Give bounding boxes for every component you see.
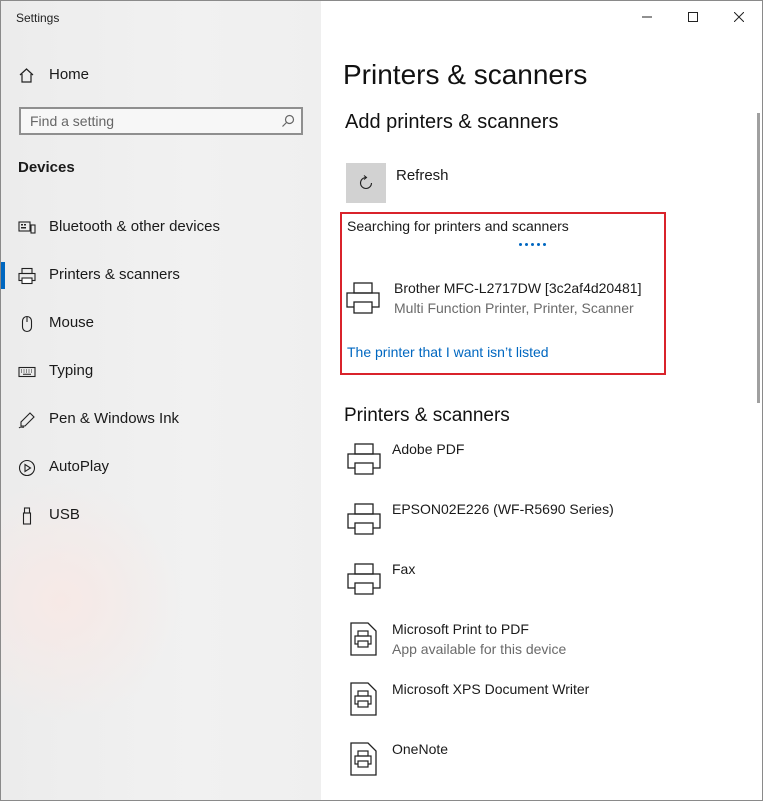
sidebar-item-label: USB [49,506,80,523]
close-button[interactable] [716,1,762,33]
device-item-onenote[interactable]: OneNote [346,741,746,797]
printer-icon [347,503,381,535]
device-name: EPSON02E226 (WF-R5690 Series) [392,501,614,517]
device-name: Fax [392,561,416,577]
progress-dot [537,243,540,246]
minimize-button[interactable] [624,1,670,33]
device-item-adobe-pdf[interactable]: Adobe PDF [346,441,746,497]
main-content: Printers & scanners Add printers & scann… [322,1,762,800]
sidebar-item-label: Bluetooth & other devices [49,218,220,235]
home-nav-item[interactable]: Home [1,59,321,91]
sidebar-item-mouse[interactable]: Mouse [1,305,321,353]
device-subtitle: App available for this device [392,641,567,657]
search-icon[interactable] [281,114,295,128]
printer-icon [346,282,380,314]
sidebar-item-label: AutoPlay [49,458,110,475]
window-controls [624,1,762,33]
search-results-highlight: Searching for printers and scanners Brot… [340,212,666,375]
sidebar-item-typing[interactable]: Typing [1,353,321,401]
device-item-ms-xps-writer[interactable]: Microsoft XPS Document Writer [346,681,746,737]
home-icon [19,68,34,83]
found-device-name: Brother MFC-L2717DW [3c2af4d20481] [394,280,642,296]
refresh-label[interactable]: Refresh [396,167,449,184]
searching-progress-dots [519,243,546,246]
device-item-ms-print-to-pdf[interactable]: Microsoft Print to PDF App available for… [346,621,746,677]
page-title: Printers & scanners [343,59,588,90]
mouse-icon [21,315,33,333]
printer-icon [18,267,36,285]
device-name: OneNote [392,741,449,757]
sidebar-item-label: Pen & Windows Ink [49,410,180,427]
section-heading-devices: Devices [18,159,75,176]
sidebar-item-usb[interactable]: USB [1,497,321,545]
progress-dot [531,243,534,246]
bluetooth-devices-icon [18,221,36,234]
keyboard-icon [18,366,36,378]
searching-status: Searching for printers and scanners [347,218,569,234]
sidebar-item-label: Mouse [49,314,95,331]
refresh-button[interactable] [346,163,386,203]
device-name: Microsoft XPS Document Writer [392,681,590,697]
sidebar-item-bluetooth[interactable]: Bluetooth & other devices [1,209,321,257]
printer-document-icon [350,682,377,716]
device-name: Adobe PDF [392,441,465,457]
printer-document-icon [350,622,377,656]
device-name: Microsoft Print to PDF [392,621,529,637]
progress-dot [543,243,546,246]
progress-dot [525,243,528,246]
usb-icon [22,507,32,525]
printer-document-icon [350,742,377,776]
sidebar-item-label: Printers & scanners [49,266,180,283]
printer-icon [347,443,381,475]
sidebar: Settings Home Devices Bluetooth & other … [1,1,321,800]
refresh-icon [359,175,373,190]
home-label: Home [49,66,90,83]
sidebar-item-label: Typing [49,362,94,379]
sidebar-item-printers[interactable]: Printers & scanners [1,257,321,305]
scrollbar[interactable] [757,113,760,403]
printer-not-listed-link[interactable]: The printer that I want isn’t listed [347,344,549,360]
maximize-button[interactable] [670,1,716,33]
device-item-epson[interactable]: EPSON02E226 (WF-R5690 Series) [346,501,746,557]
printers-list-heading: Printers & scanners [344,405,510,426]
sidebar-nav: Bluetooth & other devices Printers & sca… [1,209,321,545]
window-title: Settings [16,11,60,25]
settings-window: Settings Home Devices Bluetooth & other … [0,0,763,801]
search-box[interactable] [19,107,303,135]
found-device-item[interactable]: Brother MFC-L2717DW [3c2af4d20481] Multi… [345,276,663,324]
sidebar-item-pen[interactable]: Pen & Windows Ink [1,401,321,449]
sidebar-item-autoplay[interactable]: AutoPlay [1,449,321,497]
close-icon [734,12,744,22]
pen-icon [18,412,35,429]
found-device-description: Multi Function Printer, Printer, Scanner [394,300,634,316]
add-printers-heading: Add printers & scanners [345,111,559,133]
device-item-fax[interactable]: Fax [346,561,746,617]
maximize-icon [688,12,698,22]
progress-dot [519,243,522,246]
printer-icon [347,563,381,595]
autoplay-icon [18,459,36,477]
search-input[interactable] [21,109,280,133]
minimize-icon [642,16,652,18]
